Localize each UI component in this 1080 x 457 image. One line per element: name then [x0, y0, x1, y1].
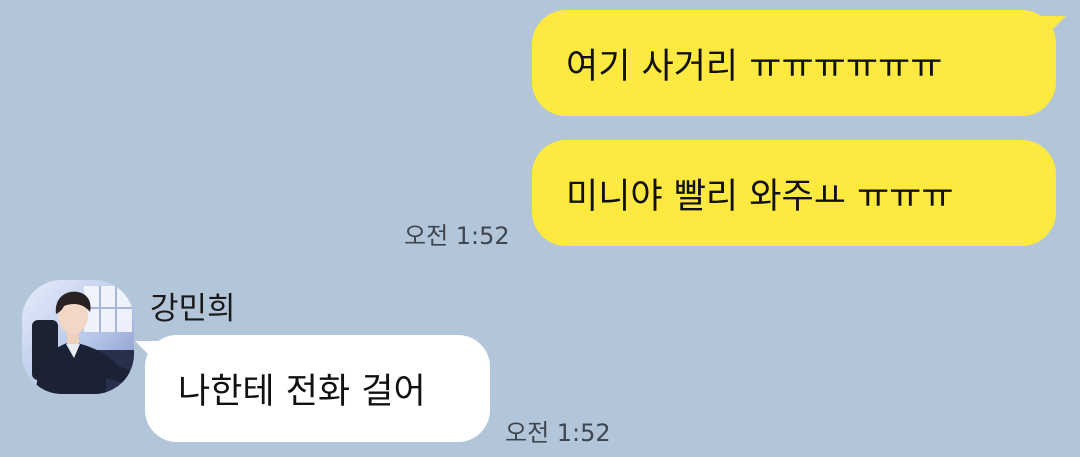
- received-message-bubble[interactable]: 나한테 전화 걸어: [135, 335, 490, 442]
- bubble-tail: [135, 341, 159, 365]
- sender-name[interactable]: 강민희: [150, 283, 236, 328]
- profile-photo-icon: [22, 280, 134, 394]
- message-text: 여기 사거리 ㅠㅠㅠㅠㅠㅠ: [566, 46, 943, 87]
- sent-message-bubble[interactable]: 미니야 빨리 와주ㅛ ㅠㅠㅠ: [532, 140, 1056, 246]
- bubble-tail: [1042, 16, 1066, 40]
- avatar[interactable]: [22, 280, 134, 394]
- message-text: 나한테 전화 걸어: [178, 372, 426, 412]
- message-timestamp: 오전 1:52: [505, 419, 611, 447]
- sent-message-bubble[interactable]: 여기 사거리 ㅠㅠㅠㅠㅠㅠ: [532, 10, 1066, 116]
- chat-room: 여기 사거리 ㅠㅠㅠㅠㅠㅠ 미니야 빨리 와주ㅛ ㅠㅠㅠ 오전 1:52 강민희…: [0, 0, 1080, 457]
- message-timestamp: 오전 1:52: [404, 222, 510, 250]
- message-text: 미니야 빨리 와주ㅛ ㅠㅠㅠ: [566, 176, 954, 217]
